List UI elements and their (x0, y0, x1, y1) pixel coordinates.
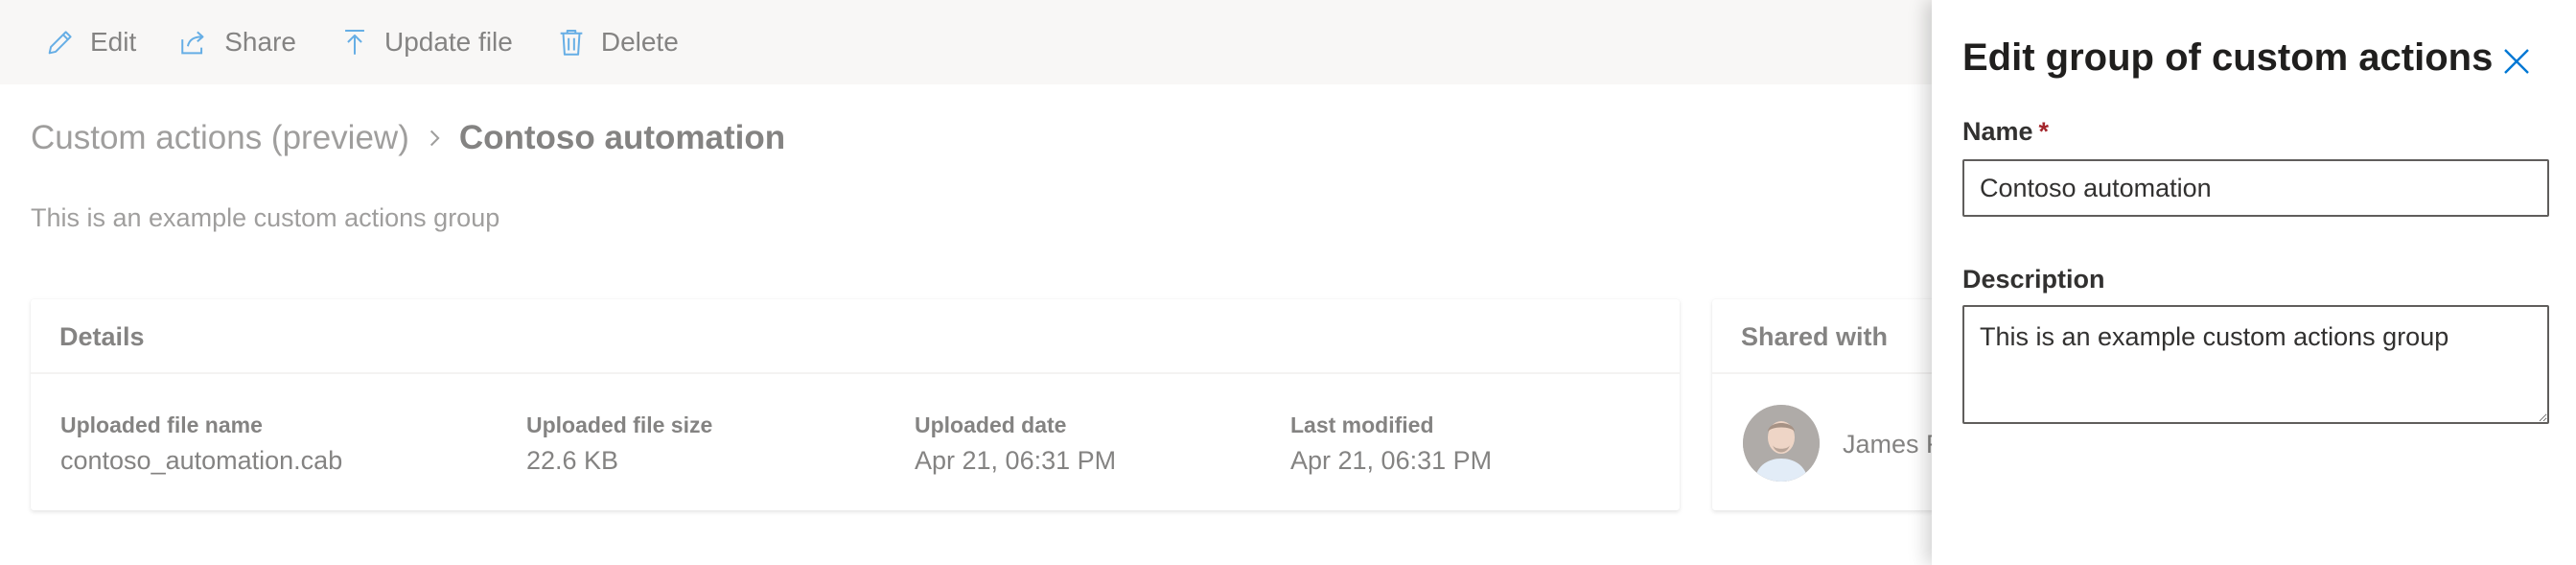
description-label: Description (1962, 265, 2105, 294)
panel-title: Edit group of custom actions (1962, 36, 2494, 79)
name-label: Name (1962, 117, 2033, 146)
required-marker: * (2038, 117, 2050, 146)
edit-group-panel: Edit group of custom actions Name* Descr… (1932, 0, 2576, 565)
name-input[interactable] (1962, 159, 2549, 217)
description-input[interactable]: This is an example custom actions group (1962, 305, 2549, 424)
close-icon[interactable] (2499, 44, 2534, 79)
name-label-row: Name * (1962, 117, 2049, 147)
